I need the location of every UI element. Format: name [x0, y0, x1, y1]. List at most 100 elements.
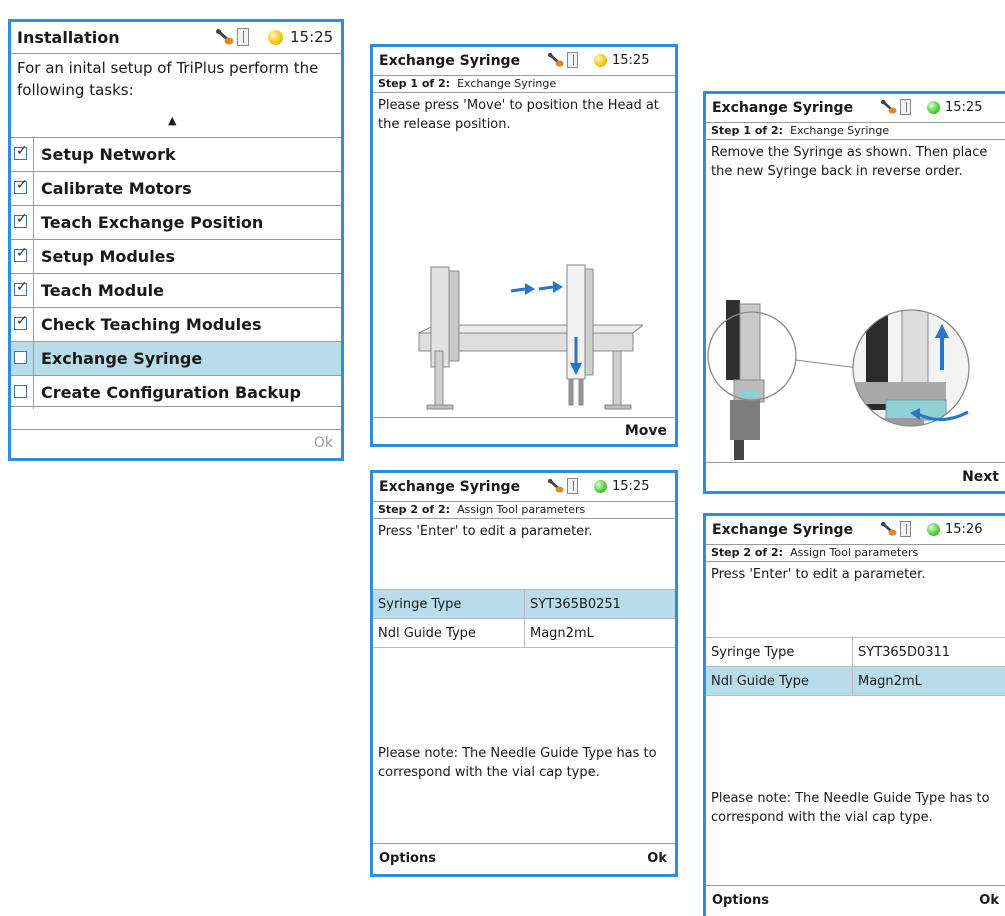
move-softkey[interactable]: Move — [625, 423, 667, 439]
step-prefix: Step 1 of 2: — [378, 77, 451, 90]
step-prefix: Step 2 of 2: — [378, 503, 451, 516]
usb-icon — [237, 28, 249, 46]
status-indicator-icon — [927, 100, 940, 114]
status-icons: 15:25 — [880, 99, 982, 115]
task-item[interactable]: ✓ Check Teaching Modules — [11, 307, 341, 341]
screen-title: Installation — [17, 28, 120, 47]
assign-tool-parameters-screen: Exchange Syringe 15:25 Step 2 of 2: Assi… — [370, 470, 678, 877]
step-prefix: Step 2 of 2: — [711, 546, 784, 559]
title-bar: Installation 15:25 — [11, 22, 341, 54]
wrench-icon — [881, 521, 897, 536]
ok-softkey[interactable]: Ok — [314, 435, 333, 451]
parameter-name: Syringe Type — [706, 637, 853, 667]
divider — [33, 138, 34, 171]
divider — [33, 274, 34, 307]
checkbox[interactable] — [14, 351, 27, 364]
parameter-value[interactable]: Magn2mL — [524, 618, 675, 648]
divider — [33, 376, 34, 409]
softkey-bar: Next — [706, 462, 1005, 491]
parameter-name: Ndl Guide Type — [706, 666, 853, 696]
instruction-text: Press 'Enter' to edit a parameter. — [711, 567, 926, 582]
status-indicator-icon — [594, 53, 607, 67]
usb-icon — [567, 478, 578, 494]
wrench-icon — [548, 52, 564, 67]
ok-softkey[interactable]: Ok — [979, 893, 999, 908]
wrench-icon — [548, 478, 564, 493]
task-label: Teach Exchange Position — [41, 213, 264, 232]
parameter-row-selected[interactable]: Syringe Type SYT365B0251 — [373, 589, 675, 619]
step-name: Exchange Syringe — [457, 77, 557, 90]
usb-icon — [900, 99, 911, 115]
divider — [33, 240, 34, 273]
parameter-table: Syringe Type SYT365D0311 Ndl Guide Type … — [706, 637, 1005, 696]
task-item-selected[interactable]: Exchange Syringe — [11, 341, 341, 375]
intro-text: For an inital setup of TriPlus perform t… — [17, 59, 319, 99]
parameter-name: Syringe Type — [373, 589, 525, 619]
status-indicator-icon — [268, 29, 283, 45]
status-indicator-icon — [927, 522, 940, 536]
screen-title: Exchange Syringe — [712, 522, 854, 538]
task-item[interactable]: ✓ Setup Modules — [11, 239, 341, 273]
checkbox[interactable]: ✓ — [14, 313, 28, 330]
checkbox[interactable]: ✓ — [14, 143, 28, 160]
checkbox[interactable] — [14, 385, 27, 398]
divider — [33, 308, 34, 341]
title-bar: Exchange Syringe 15:25 — [373, 473, 675, 502]
clock: 15:25 — [945, 99, 983, 115]
installation-screen: Installation 15:25 For an inital setup o… — [8, 19, 344, 461]
softkey-bar: Options Ok — [373, 843, 675, 874]
softkey-bar: Options Ok — [706, 885, 1005, 916]
task-item[interactable]: ✓ Calibrate Motors — [11, 171, 341, 205]
task-label: Setup Modules — [41, 247, 176, 266]
screen-title: Exchange Syringe — [712, 100, 854, 116]
syringe-removal-illustration — [707, 300, 970, 460]
status-icons: 15:25 — [547, 52, 649, 68]
parameter-value[interactable]: SYT365D0311 — [852, 637, 1005, 667]
parameter-value[interactable]: SYT365B0251 — [524, 589, 675, 619]
status-icons: 15:25 — [215, 28, 333, 46]
parameter-row-selected[interactable]: Ndl Guide Type Magn2mL — [706, 666, 1005, 696]
parameter-name: Ndl Guide Type — [373, 618, 525, 648]
divider — [33, 172, 34, 205]
task-item[interactable]: ✓ Teach Exchange Position — [11, 205, 341, 239]
status-icons: 15:25 — [547, 478, 649, 494]
checkbox[interactable]: ✓ — [14, 245, 28, 262]
ok-softkey[interactable]: Ok — [647, 851, 667, 866]
step-indicator: Step 1 of 2: Exchange Syringe — [706, 123, 1005, 140]
parameter-value[interactable]: Magn2mL — [852, 666, 1005, 696]
task-item[interactable]: Create Configuration Backup — [11, 375, 341, 409]
options-softkey[interactable]: Options — [712, 893, 769, 908]
screen-title: Exchange Syringe — [379, 479, 521, 495]
task-label: Setup Network — [41, 145, 176, 164]
step-indicator: Step 2 of 2: Assign Tool parameters — [706, 545, 1005, 562]
step-name: Assign Tool parameters — [790, 546, 919, 559]
title-bar: Exchange Syringe 15:26 — [706, 516, 1005, 545]
note-text: Please note: The Needle Guide Type has t… — [711, 791, 990, 825]
parameter-table: Syringe Type SYT365B0251 Ndl Guide Type … — [373, 589, 675, 648]
status-icons: 15:26 — [880, 521, 982, 537]
head-release-illustration — [418, 264, 643, 410]
instruction-text: Press 'Enter' to edit a parameter. — [378, 524, 593, 539]
options-softkey[interactable]: Options — [379, 851, 436, 866]
next-softkey[interactable]: Next — [962, 469, 999, 485]
exchange-syringe-move-screen: Exchange Syringe 15:25 Step 1 of 2: Exch… — [370, 44, 678, 447]
task-item[interactable]: ✓ Setup Network — [11, 137, 341, 171]
screen-title: Exchange Syringe — [379, 53, 521, 69]
task-label: Teach Module — [41, 281, 164, 300]
task-label: Create Configuration Backup — [41, 383, 301, 402]
scroll-up-icon[interactable]: ▲ — [168, 114, 176, 127]
parameter-row[interactable]: Ndl Guide Type Magn2mL — [373, 618, 675, 648]
softkey-bar: Ok — [11, 429, 341, 458]
wrench-icon — [216, 29, 234, 45]
instruction-text: Remove the Syringe as shown. Then place … — [711, 145, 988, 179]
checkbox[interactable]: ✓ — [14, 211, 28, 228]
checkbox[interactable]: ✓ — [14, 177, 28, 194]
list-end-divider — [11, 406, 341, 408]
checkbox[interactable]: ✓ — [14, 279, 28, 296]
parameter-row[interactable]: Syringe Type SYT365D0311 — [706, 637, 1005, 667]
wrench-icon — [881, 99, 897, 114]
clock: 15:25 — [290, 28, 334, 46]
divider — [33, 206, 34, 239]
assign-tool-parameters-screen-2: Exchange Syringe 15:26 Step 2 of 2: Assi… — [703, 513, 1005, 916]
task-item[interactable]: ✓ Teach Module — [11, 273, 341, 307]
